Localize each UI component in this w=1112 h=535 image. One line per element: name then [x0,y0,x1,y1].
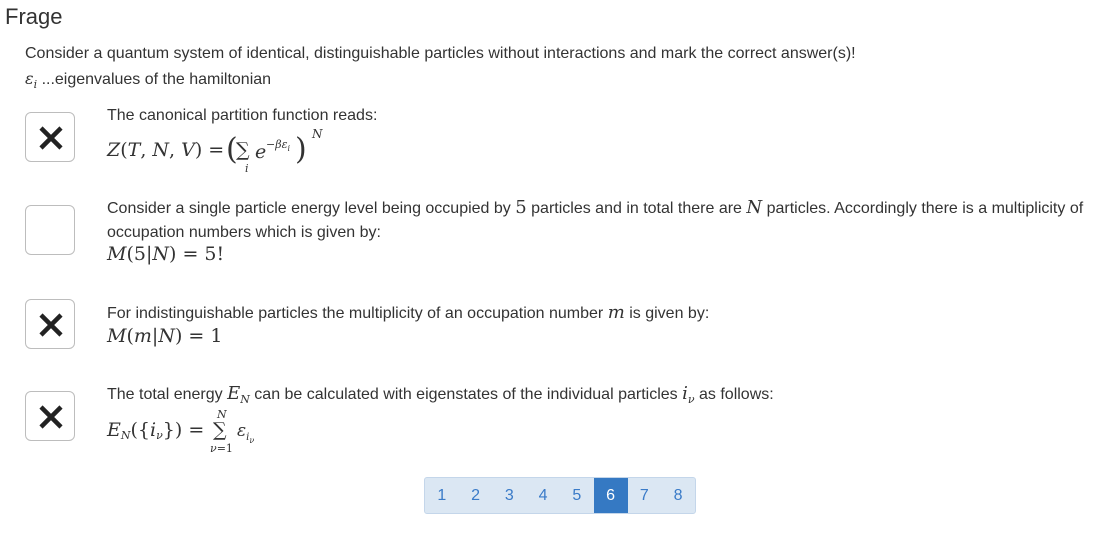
page-button-2[interactable]: 2 [459,478,493,513]
page-button-6[interactable]: 6 [593,478,628,513]
page-button-1[interactable]: 1 [425,478,459,513]
epsilon-symbol: ε [25,69,34,88]
svg-text:EN({iν}) =: EN({iν}) = [106,419,204,442]
svg-text:ν=1: ν=1 [210,442,233,455]
close-icon [39,126,63,150]
answer-text-1: The canonical partition function reads: [107,107,378,124]
svg-text:i: i [245,162,249,175]
question-intro-note: εi ...eigenvalues of the hamiltonian [25,69,272,92]
close-icon [39,313,63,337]
svg-text:N: N [311,127,323,141]
page-button-3[interactable]: 3 [493,478,527,513]
svg-text:∑: ∑ [213,419,227,441]
svg-text:∑: ∑ [236,139,250,161]
close-icon [39,405,63,429]
svg-text:): ) [295,132,307,167]
answer-checkbox-4[interactable] [25,391,75,441]
answer-text-3: For indistinguishable particles the mult… [107,302,710,323]
answer-checkbox-2[interactable] [25,205,75,255]
svg-text:εiν: εiν [237,421,254,445]
svg-text:Z(T, N, V) =: Z(T, N, V) = [106,139,224,161]
page-title: Frage [5,4,63,29]
page-button-5[interactable]: 5 [560,478,594,513]
svg-text:e: e [255,141,266,163]
answer-formula-3: M(m|N) = 1 [107,325,223,347]
answer-formula-4: EN({iν}) = N ∑ ν=1 εiν [106,404,277,456]
page-button-4[interactable]: 4 [526,478,560,513]
answer-formula-2: M(5|N) = 5! [107,243,225,265]
answer-formula-1: Z(T, N, V) = ( ∑ i e −βεi ) N [106,127,337,175]
pagination: 12345678 [424,477,696,514]
page-button-7[interactable]: 7 [628,478,662,513]
question-intro: Consider a quantum system of identical, … [25,45,856,62]
svg-text:−βεi: −βεi [266,138,290,153]
answer-checkbox-1[interactable] [25,112,75,162]
answer-checkbox-3[interactable] [25,299,75,349]
answer-text-2: Consider a single particle energy level … [107,197,1084,241]
page-button-8[interactable]: 8 [661,478,695,513]
